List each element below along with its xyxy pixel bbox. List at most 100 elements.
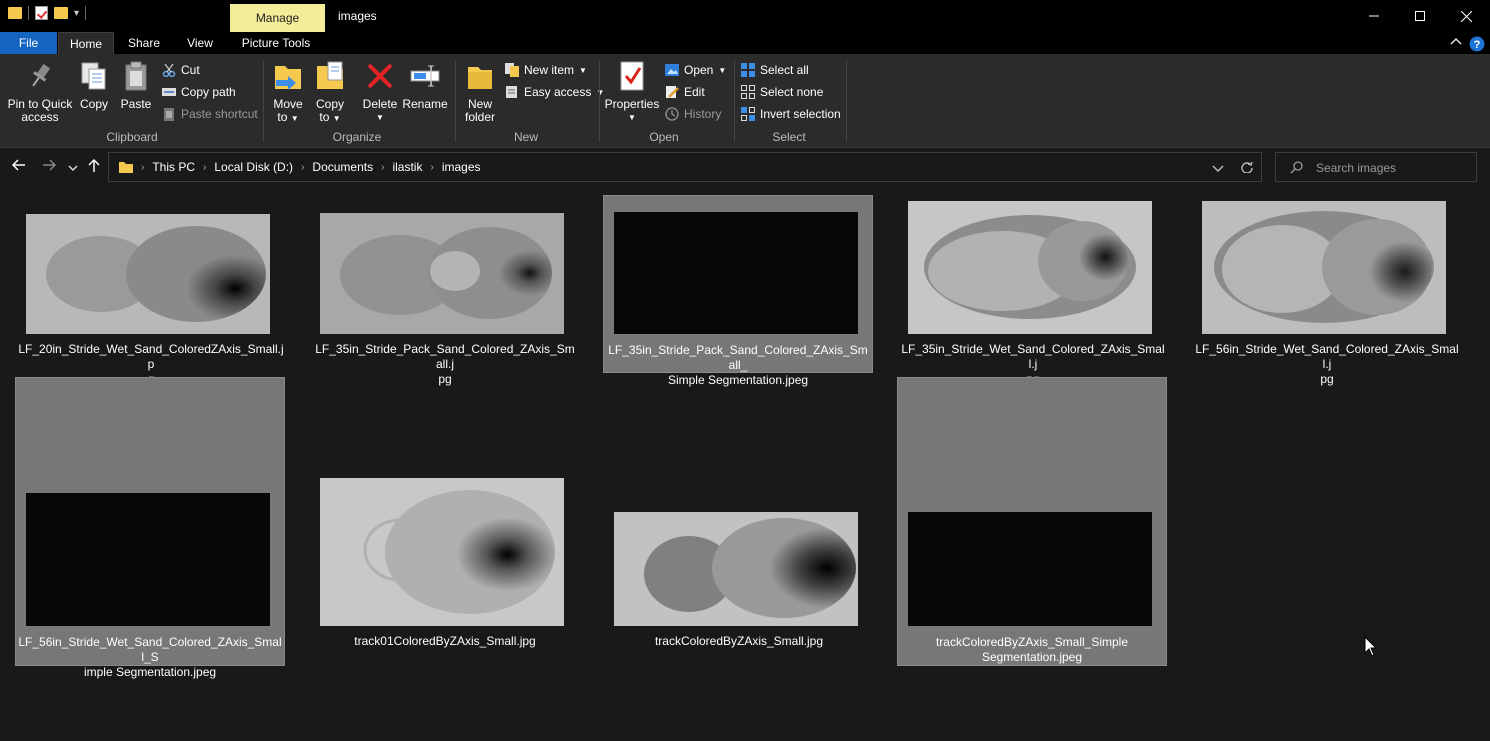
paste-shortcut-button[interactable]: Paste shortcut [162,105,258,123]
easy-access-button[interactable]: Easy access ▼ [505,83,604,101]
forward-button[interactable] [42,158,57,176]
pin-to-quick-access-button[interactable]: Pin to Quick access [6,60,74,124]
paste-icon [120,60,152,92]
file-item[interactable]: trackColoredByZAxis_Small.jpg [604,377,874,666]
folder-icon[interactable] [8,7,22,19]
rename-icon [409,60,441,92]
tab-picture-tools[interactable]: Picture Tools [234,32,318,54]
close-icon [1460,10,1472,22]
group-label-new: New [513,130,538,144]
file-item[interactable]: LF_20in_Stride_Wet_Sand_ColoredZAxis_Sma… [16,196,286,386]
history-button[interactable]: History [665,105,721,123]
refresh-icon [1241,161,1253,174]
move-to-icon [272,60,304,92]
file-item[interactable]: LF_56in_Stride_Wet_Sand_Colored_ZAxis_Sm… [1192,196,1462,386]
edit-button[interactable]: Edit [665,83,705,101]
image-thumbnail [26,214,270,334]
copy-icon [78,60,110,92]
copy-button[interactable]: Copy [76,60,112,111]
address-bar[interactable]: › This PC › Local Disk (D:) › Documents … [108,152,1262,182]
invert-selection-icon [741,107,755,121]
tab-home[interactable]: Home [58,32,114,54]
move-to-button[interactable]: Move to ▼ [270,60,306,125]
title-bar: ▾ Manage images [0,0,1490,32]
properties-check-icon[interactable] [35,6,48,20]
copy-path-button[interactable]: Copy path [162,83,236,101]
search-box[interactable]: Search images [1275,152,1477,182]
select-all-button[interactable]: Select all [741,61,809,79]
recent-locations-button[interactable] [68,160,78,177]
select-none-label: Select none [760,85,824,99]
group-label-clipboard: Clipboard [106,130,158,144]
maximize-button[interactable] [1397,0,1443,32]
breadcrumb-local-disk[interactable]: Local Disk (D:) [214,160,293,174]
refresh-button[interactable] [1241,161,1253,176]
properties-label: Properties [604,97,660,111]
tab-share[interactable]: Share [120,32,168,54]
file-item[interactable]: track01ColoredByZAxis_Small.jpg [310,377,580,666]
cut-label: Cut [181,63,200,77]
manage-context-tab[interactable]: Manage [230,4,325,32]
address-history-button[interactable] [1212,163,1224,177]
file-item[interactable]: LF_35in_Stride_Wet_Sand_Colored_ZAxis_Sm… [898,196,1168,386]
file-item[interactable]: LF_35in_Stride_Pack_Sand_Colored_ZAxis_S… [603,195,873,387]
breadcrumb-ilastik[interactable]: ilastik [392,160,422,174]
breadcrumb-documents[interactable]: Documents [312,160,373,174]
collapse-ribbon-button[interactable] [1450,36,1462,48]
ribbon-tabs: File Home Share View Picture Tools [0,32,1490,54]
dropdown-caret-icon: ▼ [579,65,587,75]
delete-label: Delete [362,97,398,111]
qat-dropdown-icon[interactable]: ▾ [74,8,79,19]
new-folder-icon[interactable] [54,7,68,19]
copy-path-icon [162,88,176,96]
delete-button[interactable]: Delete ▼ [362,60,398,124]
mouse-cursor-icon [1364,636,1378,657]
group-separator [734,60,735,142]
navigation-bar: › This PC › Local Disk (D:) › Documents … [0,149,1490,187]
image-thumbnail [320,213,564,334]
breadcrumb-separator-icon: › [301,161,305,173]
move-label-line2: to ▼ [277,110,299,124]
maximize-icon [1415,11,1425,21]
file-item[interactable]: trackColoredByZAxis_Small_Simple Segmenta… [897,377,1167,666]
svg-text:?: ? [1474,39,1481,51]
new-item-button[interactable]: New item ▼ [505,61,587,79]
file-name: LF_56in_Stride_Wet_Sand_Colored_ZAxis_Sm… [18,635,282,679]
properties-button[interactable]: Properties ▼ [604,60,660,124]
copy-path-label: Copy path [181,85,236,99]
file-item[interactable]: LF_56in_Stride_Wet_Sand_Colored_ZAxis_Sm… [15,377,285,679]
new-folder-button[interactable]: New folder [462,60,498,124]
copy-to-icon [314,60,346,92]
pin-label-line2: access [21,110,59,124]
close-button[interactable] [1443,0,1489,32]
open-button[interactable]: Open ▼ [665,61,726,79]
search-input[interactable]: Search images [1316,161,1396,175]
file-item[interactable]: LF_35in_Stride_Pack_Sand_Colored_ZAxis_S… [310,196,580,386]
breadcrumb-separator-icon: › [381,161,385,173]
qat-separator [85,6,87,20]
delete-x-icon [364,60,396,92]
new-item-icon [505,63,519,77]
open-label: Open [684,63,714,77]
select-none-icon [741,85,755,99]
tab-view[interactable]: View [178,32,222,54]
tab-file[interactable]: File [0,32,57,54]
edit-label: Edit [684,85,705,99]
image-thumbnail [1202,201,1446,334]
image-thumbnail [908,512,1152,626]
minimize-button[interactable] [1351,0,1397,32]
breadcrumb-images[interactable]: images [442,160,481,174]
invert-selection-button[interactable]: Invert selection [741,105,841,123]
copy-to-button[interactable]: Copy to ▼ [312,60,348,125]
select-none-button[interactable]: Select none [741,83,823,101]
new-item-label: New item [524,63,575,77]
paste-label: Paste [120,97,152,111]
breadcrumb-this-pc[interactable]: This PC [152,160,195,174]
up-button[interactable] [87,158,101,176]
rename-button[interactable]: Rename [402,60,448,111]
paste-button[interactable]: Paste [118,60,154,111]
back-button[interactable] [11,158,26,176]
help-button[interactable]: ? [1469,36,1485,52]
cut-button[interactable]: Cut [162,61,200,79]
image-thumbnail [26,493,270,626]
